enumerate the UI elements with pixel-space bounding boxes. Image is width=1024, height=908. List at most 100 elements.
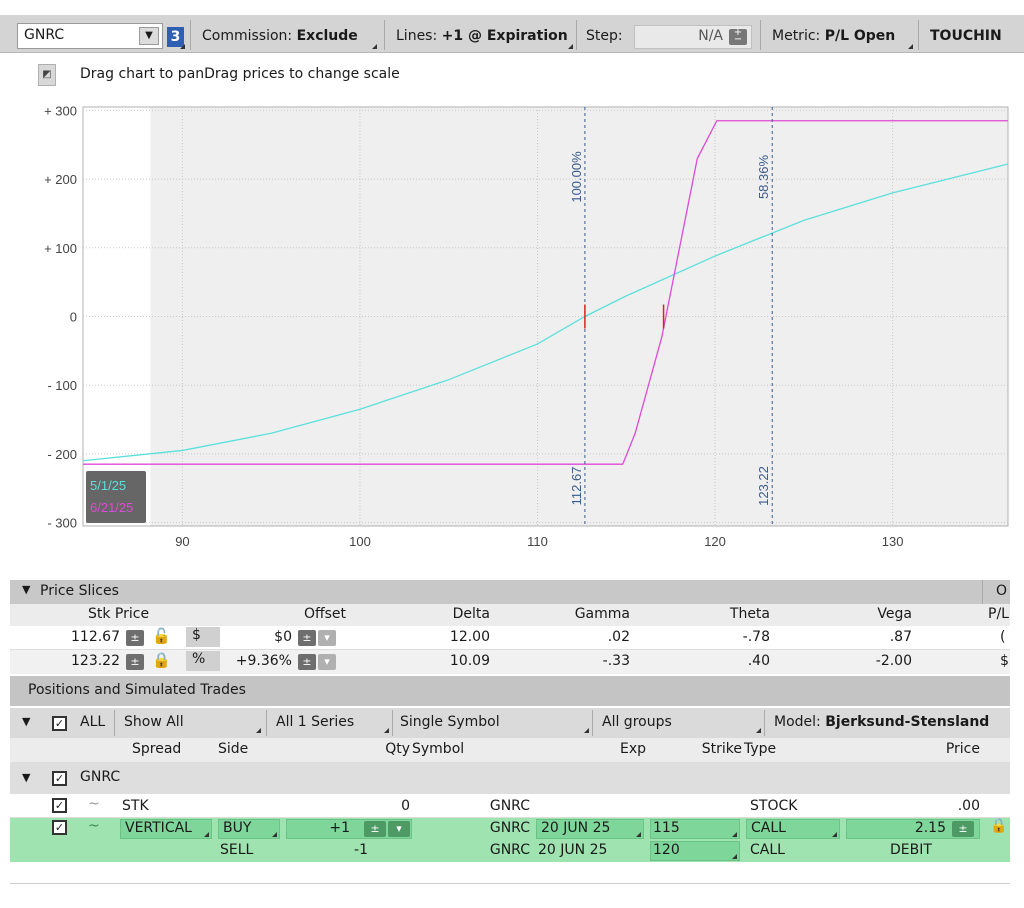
- corner-menu-icon: [180, 44, 185, 49]
- analyze-icon[interactable]: ~: [88, 796, 100, 812]
- slice-pl: $: [1000, 653, 1009, 669]
- col-delta: Delta: [452, 606, 490, 622]
- corner-menu-icon: [756, 728, 761, 733]
- groups-filter-selector[interactable]: All groups: [602, 714, 672, 730]
- chevron-down-icon[interactable]: ▼: [22, 583, 30, 596]
- type-selector[interactable]: CALL: [746, 819, 840, 839]
- price-spinner-icon[interactable]: ±: [126, 630, 144, 646]
- row-price[interactable]: 2.15: [846, 820, 946, 836]
- divider: [266, 710, 267, 736]
- row-spread: STK: [122, 798, 149, 814]
- filter-all: ALL: [80, 714, 106, 730]
- slice-offset: +9.36%: [235, 653, 292, 669]
- step-label: Step:: [586, 28, 623, 44]
- chevron-down-icon[interactable]: ▼: [22, 771, 30, 784]
- separator: [576, 20, 577, 50]
- risk-profile-chart[interactable]: + 300 + 200 + 100 0 - 100 - 200 - 300 90 100 110 1…: [0, 95, 1024, 555]
- separator: [384, 20, 385, 50]
- col-gamma: Gamma: [574, 606, 630, 622]
- commission-label: Commission:: [202, 28, 293, 44]
- divider: [114, 710, 115, 736]
- slice-offset: $0: [274, 629, 292, 645]
- chevron-down-icon[interactable]: ▼: [22, 715, 30, 728]
- row-symbol: GNRC: [489, 842, 530, 858]
- model-label: Model:: [774, 714, 821, 730]
- slice-price-label: 112.67: [569, 467, 584, 506]
- spread-selector[interactable]: VERTICAL: [120, 819, 212, 839]
- price-slices-title: Price Slices: [40, 583, 119, 599]
- qty-spinner-icon[interactable]: ±: [364, 821, 386, 837]
- col-qty: Qty: [385, 741, 410, 757]
- side-selector[interactable]: BUY: [218, 819, 280, 839]
- corner-menu-icon: [732, 832, 737, 837]
- row-type: STOCK: [750, 798, 798, 814]
- row-checkbox[interactable]: ✓: [52, 798, 67, 813]
- slice-price[interactable]: 112.67: [40, 629, 120, 645]
- slice-price[interactable]: 123.22: [40, 653, 120, 669]
- strike-selector[interactable]: 120: [650, 841, 740, 861]
- y-tick-label: - 300: [47, 516, 77, 531]
- offset-mode-button[interactable]: %: [186, 651, 220, 671]
- chevron-down-icon[interactable]: ▾: [388, 821, 410, 837]
- x-tick-label: 120: [704, 534, 726, 549]
- row-exp: 20 JUN 25: [538, 842, 608, 858]
- group-checkbox[interactable]: ✓: [52, 771, 67, 786]
- legend-entry: 5/1/25: [90, 478, 126, 493]
- slice-theta: .40: [747, 653, 770, 669]
- offset-spinner-icon[interactable]: ±: [298, 630, 316, 646]
- lock-icon[interactable]: 🔒: [152, 651, 171, 669]
- show-filter-selector[interactable]: Show All: [124, 714, 184, 730]
- y-tick-label: 0: [70, 310, 77, 325]
- col-theta: Theta: [729, 606, 770, 622]
- chart-mode-icon[interactable]: ◩: [38, 64, 56, 86]
- offset-mode-button[interactable]: $: [186, 627, 220, 647]
- price-spinner-icon[interactable]: ±: [126, 654, 144, 670]
- corner-menu-icon: [908, 44, 913, 49]
- strike-selector[interactable]: 115: [650, 819, 740, 839]
- step-input[interactable]: N/A + −: [634, 25, 752, 49]
- y-tick-label: - 100: [47, 378, 77, 393]
- symbol-value: GNRC: [24, 27, 65, 43]
- chevron-down-icon[interactable]: ▾: [318, 630, 336, 646]
- row-qty: -1: [354, 842, 368, 858]
- price-slices-header-bar: [10, 580, 1010, 604]
- slice-gamma: -.33: [602, 653, 630, 669]
- symbol-filter-selector[interactable]: Single Symbol: [400, 714, 500, 730]
- lock-open-icon[interactable]: 🔓: [152, 627, 171, 645]
- analyze-icon[interactable]: ~: [88, 818, 100, 834]
- corner-menu-icon: [256, 728, 261, 733]
- chevron-down-icon[interactable]: ▼: [139, 27, 159, 45]
- slice-price-label: 123.22: [756, 466, 771, 506]
- commission-selector[interactable]: Commission: Exclude: [202, 28, 358, 44]
- offset-spinner-icon[interactable]: ±: [298, 654, 316, 670]
- y-tick-label: + 300: [44, 103, 77, 118]
- y-tick-label: + 100: [44, 241, 77, 256]
- metric-selector[interactable]: Metric: P/L Open: [772, 28, 895, 44]
- price-spinner-icon[interactable]: ±: [952, 821, 974, 837]
- touching-selector[interactable]: TOUCHIN: [930, 28, 1002, 44]
- row-price-effect: DEBIT: [890, 842, 932, 858]
- divider: [392, 710, 393, 736]
- step-value: N/A: [698, 28, 723, 44]
- slice-delta: 10.09: [449, 653, 490, 669]
- divider: [592, 710, 593, 736]
- select-all-checkbox[interactable]: ✓: [52, 716, 67, 731]
- corner-menu-icon: [204, 832, 209, 837]
- metric-label: Metric:: [772, 28, 821, 44]
- lock-icon[interactable]: 🔒: [990, 818, 1007, 834]
- row-qty[interactable]: +1: [300, 820, 350, 836]
- step-spinner-icon[interactable]: + −: [729, 28, 747, 45]
- symbol-selector[interactable]: GNRC ▼: [17, 23, 163, 49]
- series-filter-selector[interactable]: All 1 Series: [276, 714, 354, 730]
- corner-menu-icon: [568, 44, 573, 49]
- col-vega: Vega: [877, 606, 912, 622]
- row-checkbox[interactable]: ✓: [52, 820, 67, 835]
- model-selector[interactable]: Model: Bjerksund-Stensland: [774, 714, 989, 730]
- exp-selector[interactable]: 20 JUN 25: [536, 819, 644, 839]
- lines-selector[interactable]: Lines: +1 @ Expiration: [396, 28, 568, 44]
- separator: [918, 20, 919, 50]
- col-strike: Strike: [701, 741, 742, 757]
- slice-gamma: .02: [607, 629, 630, 645]
- position-group-row[interactable]: [10, 762, 1010, 794]
- chevron-down-icon[interactable]: ▾: [318, 654, 336, 670]
